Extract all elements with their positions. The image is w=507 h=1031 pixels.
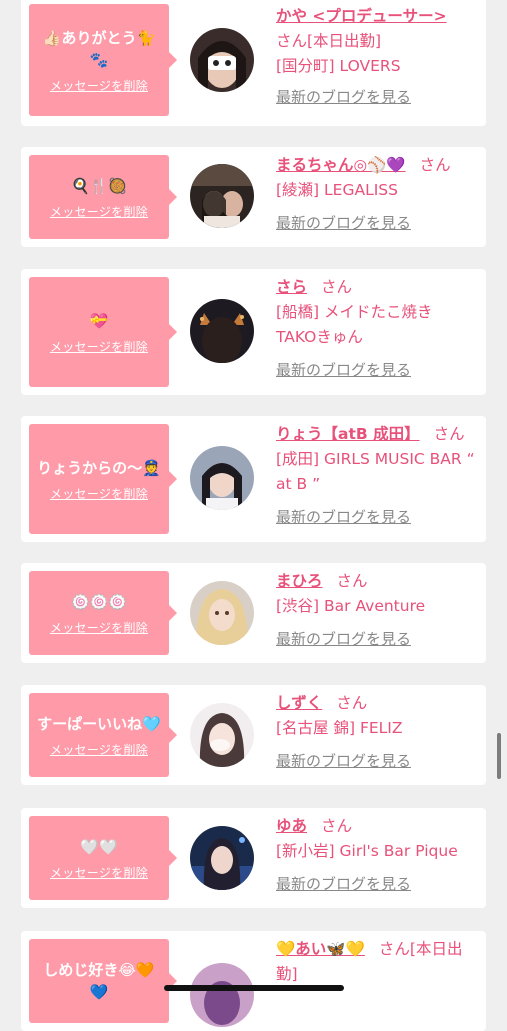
avatar[interactable] (190, 299, 254, 363)
san-label: さん (321, 817, 353, 835)
avatar[interactable] (190, 164, 254, 228)
message-text: しめじ好き😂🧡💙 (43, 961, 155, 1001)
message-bubble: りょうからの〜👮 メッセージを削除 (29, 424, 177, 534)
delete-message-link[interactable]: メッセージを削除 (50, 619, 148, 636)
delete-message-link[interactable]: メッセージを削除 (50, 741, 148, 758)
cast-info: まひろ さん [渋谷] Bar Aventure 最新のブログを見る (276, 569, 481, 652)
message-bubble: 🍳🍴🥘 メッセージを削除 (29, 155, 177, 239)
message-text: 💝 (89, 311, 109, 330)
cast-name-link[interactable]: かや <プロデューサー> (276, 7, 447, 25)
avatar[interactable] (190, 826, 254, 890)
message-text: 🍥🍥🍥 (70, 592, 128, 611)
list-item: りょうからの〜👮 メッセージを削除 りょう【atB 成田】 さん [成田] GIR… (21, 416, 486, 542)
cast-name-link[interactable]: 💛あい🦋💛 (276, 940, 365, 958)
delete-message-link[interactable]: メッセージを削除 (50, 203, 148, 220)
cast-name-link[interactable]: りょう【atB 成田】 (276, 425, 420, 443)
shop-name: [成田] GIRLS MUSIC BAR “ at B ” (276, 450, 475, 493)
blog-link[interactable]: 最新のブログを見る (276, 358, 481, 383)
san-label: さん (433, 425, 465, 443)
shop-name: [綾瀬] LEGALISS (276, 181, 398, 199)
list-item: すーぱーいいね🩵 メッセージを削除 しずく さん [名古屋 錦] FELIZ 最新… (21, 685, 486, 785)
cast-name-link[interactable]: ゆあ (276, 817, 307, 835)
blog-link[interactable]: 最新のブログを見る (276, 505, 481, 530)
message-bubble: 👍🏻ありがとう🐈🐾 メッセージを削除 (29, 4, 177, 116)
san-label: さん (336, 694, 368, 712)
shop-name: [国分町] LOVERS (276, 57, 401, 75)
home-indicator[interactable] (164, 985, 344, 991)
message-bubble: 🍥🍥🍥 メッセージを削除 (29, 571, 177, 655)
message-text: 👍🏻ありがとう🐈🐾 (42, 28, 156, 69)
blog-link[interactable]: 最新のブログを見る (276, 872, 481, 897)
scrollbar-thumb[interactable] (497, 733, 501, 779)
cast-name-link[interactable]: まひろ (276, 572, 323, 590)
avatar[interactable] (190, 963, 254, 1027)
shop-name: [名古屋 錦] FELIZ (276, 719, 403, 737)
list-item: 👍🏻ありがとう🐈🐾 メッセージを削除 かや <プロデューサー> さん[本日出勤]… (21, 0, 486, 126)
cast-name-link[interactable]: まるちゃん◎⚾💜 (276, 156, 406, 174)
blog-link[interactable]: 最新のブログを見る (276, 627, 481, 652)
avatar[interactable] (190, 28, 254, 92)
shop-name: [新小岩] Girl's Bar Pique (276, 842, 458, 860)
message-bubble: しめじ好き😂🧡💙 (29, 939, 177, 1023)
delete-message-link[interactable]: メッセージを削除 (50, 338, 148, 355)
cast-status: さん[本日出勤] (276, 32, 382, 50)
list-item: 🍥🍥🍥 メッセージを削除 まひろ さん [渋谷] Bar Aventure 最新の… (21, 563, 486, 663)
list-item: 💝 メッセージを削除 さら さん [船橋] メイドたこ焼きTAKOきゅん 最新のブ… (21, 269, 486, 395)
message-bubble: 💝 メッセージを削除 (29, 277, 177, 387)
blog-link[interactable]: 最新のブログを見る (276, 749, 481, 774)
delete-message-link[interactable]: メッセージを削除 (50, 485, 148, 502)
message-text: りょうからの〜👮 (37, 458, 161, 477)
avatar[interactable] (190, 703, 254, 767)
avatar[interactable] (190, 446, 254, 510)
cast-info: かや <プロデューサー> さん[本日出勤] [国分町] LOVERS 最新のブロ… (276, 4, 481, 110)
message-bubble: 🤍🤍 メッセージを削除 (29, 816, 177, 900)
cast-info: ゆあ さん [新小岩] Girl's Bar Pique 最新のブログを見る (276, 814, 481, 897)
message-text: すーぱーいいね🩵 (37, 714, 161, 733)
san-label: さん (321, 278, 353, 296)
cast-info: さら さん [船橋] メイドたこ焼きTAKOきゅん 最新のブログを見る (276, 275, 481, 383)
message-text: 🍳🍴🥘 (70, 176, 128, 195)
list-item: 🤍🤍 メッセージを削除 ゆあ さん [新小岩] Girl's Bar Pique … (21, 808, 486, 908)
avatar[interactable] (190, 581, 254, 645)
delete-message-link[interactable]: メッセージを削除 (50, 864, 148, 881)
san-label: さん (419, 156, 451, 174)
list-item: 🍳🍴🥘 メッセージを削除 まるちゃん◎⚾💜 さん [綾瀬] LEGALISS 最新… (21, 147, 486, 247)
cast-info: 💛あい🦋💛 さん[本日出勤] (276, 937, 481, 987)
shop-name: [渋谷] Bar Aventure (276, 597, 426, 615)
blog-link[interactable]: 最新のブログを見る (276, 211, 481, 236)
blog-link[interactable]: 最新のブログを見る (276, 85, 481, 110)
shop-name: [船橋] メイドたこ焼きTAKOきゅん (276, 303, 433, 346)
list-item: しめじ好き😂🧡💙 💛あい🦋💛 さん[本日出勤] (21, 931, 486, 1031)
message-bubble: すーぱーいいね🩵 メッセージを削除 (29, 693, 177, 777)
cast-info: りょう【atB 成田】 さん [成田] GIRLS MUSIC BAR “ at … (276, 422, 481, 530)
cast-info: まるちゃん◎⚾💜 さん [綾瀬] LEGALISS 最新のブログを見る (276, 153, 481, 236)
cast-name-link[interactable]: さら (276, 278, 307, 296)
cast-name-link[interactable]: しずく (276, 694, 322, 712)
cast-info: しずく さん [名古屋 錦] FELIZ 最新のブログを見る (276, 691, 481, 774)
message-text: 🤍🤍 (80, 837, 118, 856)
delete-message-link[interactable]: メッセージを削除 (50, 77, 148, 94)
san-label: さん (336, 572, 368, 590)
